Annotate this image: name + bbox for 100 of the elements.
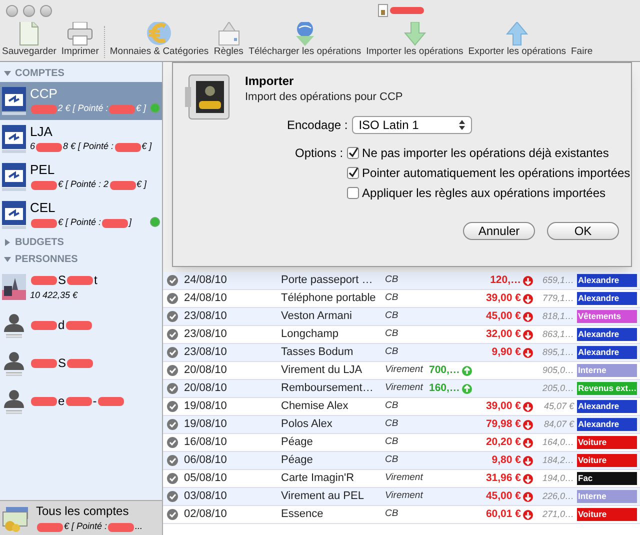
date-cell-text: 23/08/10 bbox=[184, 327, 228, 342]
toolbar-button[interactable]: Télécharger les opérations bbox=[248, 22, 362, 61]
table-row[interactable]: 24/08/10 Porte passeport … CB 120,… 659,1… Alexandre bbox=[163, 272, 640, 290]
balance-text: € [ Pointé : bbox=[58, 216, 102, 230]
person-item[interactable]: d bbox=[0, 306, 162, 344]
category-tag: Interne bbox=[577, 490, 637, 503]
credit-amount: 160,… bbox=[429, 380, 460, 396]
redaction-mark bbox=[31, 276, 57, 285]
balance-cell-text: 271,0… bbox=[541, 508, 575, 521]
dialog-button[interactable]: OK bbox=[547, 222, 619, 240]
account-item[interactable]: LJA 6 8 € [ Pointé : € ] bbox=[0, 120, 162, 158]
all-accounts-item[interactable]: Tous les comptes € [ Pointé : ... bbox=[0, 500, 162, 535]
up-circle-icon bbox=[462, 384, 472, 394]
table-row[interactable]: 19/08/10 Chemise Alex CB 39,00 € 45,07 € Alexandre bbox=[163, 398, 640, 416]
date-cell-text: 03/08/10 bbox=[184, 489, 228, 504]
toolbar-button[interactable]: Faire bbox=[571, 22, 593, 61]
table-row[interactable]: 06/08/10 Péage CB 9,80 € 184,2… Voiture bbox=[163, 452, 640, 470]
balance-text: € [ Pointé : bbox=[64, 520, 108, 534]
date-cell-text: 23/08/10 bbox=[184, 345, 228, 360]
checkbox-option[interactable]: Pointer automatiquement les opérations importées bbox=[347, 164, 630, 182]
person-item[interactable]: S t 10 422,35 € bbox=[0, 268, 162, 306]
toolbar-button[interactable]: Imprimer bbox=[61, 22, 99, 61]
balance-text: € [ Pointé : 2 bbox=[58, 178, 109, 192]
description-cell-text: Essence bbox=[281, 507, 324, 522]
debit-amount: 45,00 € bbox=[486, 488, 521, 504]
toolbar-button[interactable]: Règles bbox=[214, 22, 244, 61]
table-row[interactable]: 19/08/10 Polos Alex CB 79,98 € 84,07 € Alexandre bbox=[163, 416, 640, 434]
balance-cell-text: 863,1… bbox=[541, 328, 575, 341]
account-item[interactable]: PEL € [ Pointé : 2 € ] bbox=[0, 158, 162, 196]
table-row[interactable]: 20/08/10 Remboursement… Virement 160,… 205,0… Revenus ext… bbox=[163, 380, 640, 398]
debit-amount: 79,98 € bbox=[486, 416, 521, 432]
category-tag: Alexandre bbox=[577, 418, 637, 431]
window-control-button[interactable] bbox=[6, 5, 18, 17]
down-circle-icon bbox=[523, 474, 533, 484]
encoding-dropdown[interactable]: ISO Latin 1 bbox=[352, 116, 472, 134]
check-circle-icon bbox=[167, 275, 178, 286]
balance-text: - bbox=[92, 393, 97, 410]
description-cell-text: Péage bbox=[281, 435, 314, 450]
table-row[interactable]: 20/08/10 Virement du LJA Virement 700,… 905,0… Interne bbox=[163, 362, 640, 380]
checkbox-option[interactable]: Ne pas importer les opérations déjà existantes bbox=[347, 144, 630, 162]
safe-icon bbox=[185, 73, 231, 121]
redaction-mark bbox=[31, 358, 57, 368]
down-circle-icon bbox=[523, 348, 533, 358]
redaction-mark bbox=[66, 396, 92, 406]
checkbox[interactable] bbox=[347, 187, 360, 199]
category-tag: Interne bbox=[577, 364, 637, 377]
toolbar-button[interactable]: Monnaies & Catégories bbox=[110, 22, 209, 61]
table-row[interactable]: 24/08/10 Téléphone portable CB 39,00 € 779,1… Alexandre bbox=[163, 290, 640, 308]
table-row[interactable]: 05/08/10 Carte Imagin'R Virement 31,96 € 194,0… Fac bbox=[163, 470, 640, 488]
table-row[interactable]: 02/08/10 Essence CB 60,01 € 271,0… Voiture bbox=[163, 506, 640, 524]
printer-icon bbox=[65, 22, 96, 46]
table-row[interactable]: 23/08/10 Veston Armani CB 45,00 € 818,1… Vêtements bbox=[163, 308, 640, 326]
checkbox[interactable] bbox=[347, 147, 360, 159]
toolbar-button[interactable]: Importer les opérations bbox=[366, 22, 464, 61]
person-item[interactable]: S bbox=[0, 344, 162, 382]
person-item[interactable]: e - bbox=[0, 382, 162, 420]
section-header: BUDGETS bbox=[15, 236, 64, 250]
type-cell-text: CB bbox=[385, 507, 400, 522]
expanded-triangle-icon[interactable] bbox=[4, 70, 11, 77]
toolbar-button[interactable]: Sauvegarder bbox=[2, 22, 56, 61]
checkbox[interactable] bbox=[347, 167, 360, 179]
down-circle-icon bbox=[523, 438, 533, 448]
field-label: Options : bbox=[295, 145, 344, 162]
dialog-button[interactable]: Annuler bbox=[463, 222, 535, 240]
debit-amount: 20,20 € bbox=[486, 434, 521, 450]
check-circle-icon bbox=[167, 365, 178, 376]
balance-text: d bbox=[58, 317, 65, 334]
person-silhouette-icon bbox=[2, 388, 26, 414]
table-row[interactable]: 16/08/10 Péage CB 20,20 € 164,0… Voiture bbox=[163, 434, 640, 452]
down-circle-icon bbox=[523, 276, 533, 286]
type-cell-text: CB bbox=[385, 327, 400, 342]
type-cell-text: Virement bbox=[385, 471, 424, 486]
table-row[interactable]: 23/08/10 Tasses Bodum CB 9,90 € 895,1… Alexandre bbox=[163, 344, 640, 362]
balance-text: ... bbox=[135, 520, 143, 534]
category-tag: Alexandre bbox=[577, 328, 637, 341]
table-row[interactable]: 03/08/10 Virement au PEL Virement 45,00 € 226,0… Interne bbox=[163, 488, 640, 506]
bank-logo-icon bbox=[2, 125, 26, 153]
redaction-mark bbox=[110, 180, 136, 190]
debit-amount: 120,… bbox=[490, 272, 521, 288]
debit-amount: 45,00 € bbox=[486, 308, 521, 324]
window-control-button[interactable] bbox=[23, 5, 35, 17]
window-control-button[interactable] bbox=[40, 5, 52, 17]
redaction-mark bbox=[108, 522, 134, 532]
toolbar-button[interactable]: Exporter les opérations bbox=[468, 22, 566, 61]
checkbox-option[interactable]: Appliquer les règles aux opérations importées bbox=[347, 184, 630, 202]
check-circle-icon bbox=[167, 473, 178, 484]
balance-cell-text: 818,1… bbox=[541, 310, 575, 323]
table-row[interactable]: 23/08/10 Longchamp CB 32,00 € 863,1… Alexandre bbox=[163, 326, 640, 344]
debit-amount: 39,00 € bbox=[486, 398, 521, 414]
account-name: LJA bbox=[30, 124, 54, 140]
check-circle-icon bbox=[167, 311, 178, 322]
balance-cell-text: 226,0… bbox=[541, 490, 575, 503]
type-cell-text: CB bbox=[385, 399, 400, 414]
date-cell-text: 24/08/10 bbox=[184, 273, 228, 288]
collapsed-triangle-icon[interactable] bbox=[4, 239, 11, 246]
down-circle-icon bbox=[523, 402, 533, 412]
all-accounts-title: Tous les comptes bbox=[36, 503, 130, 520]
type-cell-text: Virement bbox=[385, 363, 424, 378]
expanded-triangle-icon[interactable] bbox=[4, 256, 11, 263]
account-item[interactable]: CEL € [ Pointé : ] bbox=[0, 196, 162, 234]
